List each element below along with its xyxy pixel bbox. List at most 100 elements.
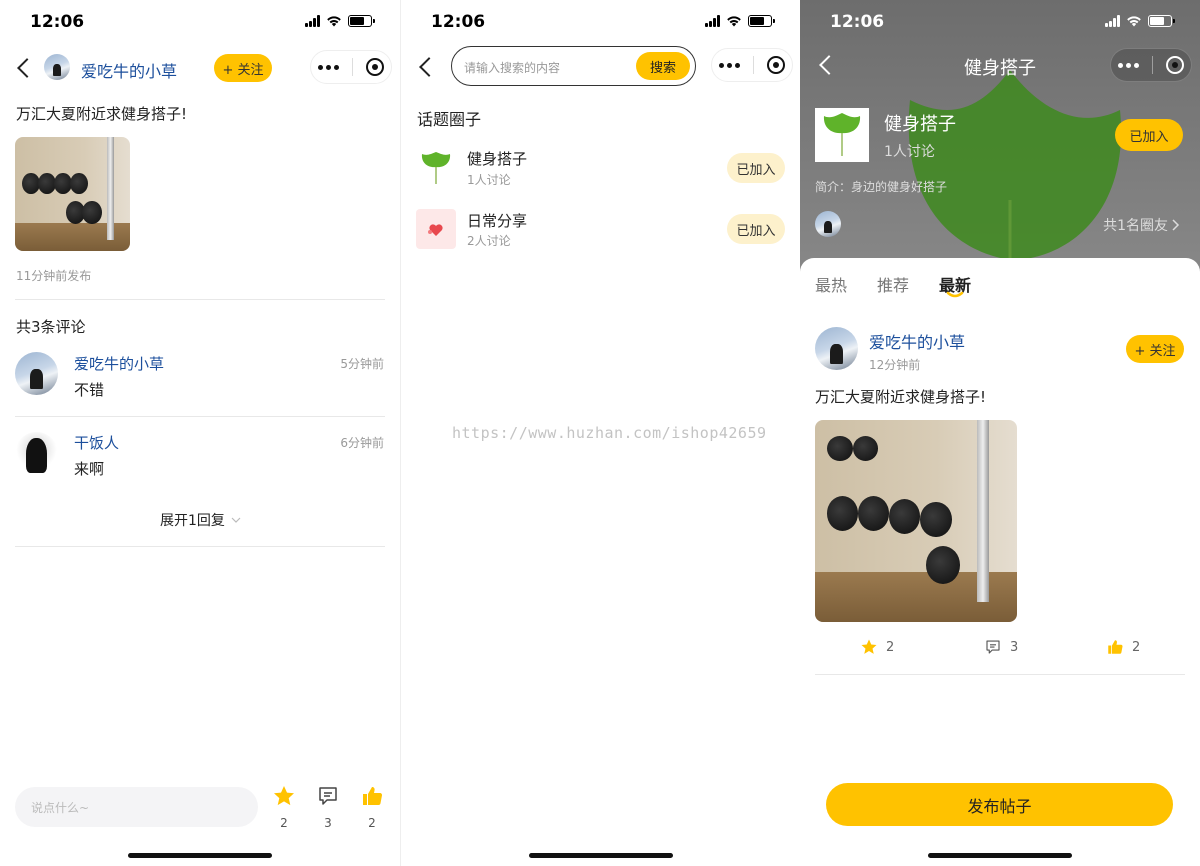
star-icon: [861, 639, 877, 654]
ginkgo-leaf-icon: [416, 148, 456, 188]
signal-icon: [305, 15, 320, 27]
mini-program-capsule: [1110, 48, 1192, 82]
chevron-right-icon: [1172, 219, 1180, 231]
members-label: 共1名圈友: [1103, 218, 1168, 234]
comment-time: 6分钟前: [340, 436, 384, 450]
post-photo[interactable]: [815, 420, 1017, 622]
joined-button[interactable]: 已加入: [727, 214, 785, 244]
wifi-icon: [327, 16, 341, 27]
comment-avatar[interactable]: [15, 352, 58, 395]
section-title: 话题圈子: [417, 110, 482, 129]
post-detail-screen: 12:06 爱吃牛的小草 + 关注 万汇大夏附近求健身搭子! 11分钟前发布 共…: [0, 0, 400, 866]
member-avatar[interactable]: [815, 211, 841, 237]
divider: [15, 546, 385, 547]
mini-program-capsule: [310, 50, 392, 84]
search-bar: 请输入搜索的内容 搜索: [451, 46, 696, 86]
author-avatar[interactable]: [44, 54, 70, 80]
expand-replies-button[interactable]: 展开1回复: [160, 510, 241, 530]
circle-intro: 简介：身边的健身好搭子: [815, 180, 948, 194]
comment-author[interactable]: 爱吃牛的小草: [74, 353, 164, 374]
heart-icon: [416, 209, 456, 249]
status-time: 12:06: [830, 12, 885, 32]
post-text: 万汇大夏附近求健身搭子!: [16, 105, 188, 123]
publish-post-button[interactable]: 发布帖子: [826, 783, 1173, 826]
thumbs-up-icon: [1108, 640, 1123, 654]
status-icons: [1105, 15, 1175, 27]
comment-action[interactable]: 3: [984, 638, 1018, 656]
watermark-text: https://www.huzhan.com/ishop42659: [452, 424, 767, 442]
status-bar: 12:06: [0, 0, 400, 44]
mini-program-capsule: [711, 48, 793, 82]
author-name[interactable]: 爱吃牛的小草: [81, 58, 177, 82]
divider: [15, 299, 385, 300]
battery-icon: [1148, 15, 1175, 27]
tab-recommend[interactable]: 推荐: [877, 272, 909, 296]
members-link[interactable]: 共1名圈友: [1103, 215, 1180, 235]
divider: [15, 416, 385, 417]
status-icons: [305, 15, 375, 27]
circle-count: 1人讨论: [467, 173, 511, 187]
follow-button[interactable]: + 关注: [214, 54, 272, 82]
more-icon[interactable]: [1117, 62, 1139, 68]
circle-name: 健身搭子: [884, 114, 956, 135]
comment-input-placeholder: 说点什么~: [31, 801, 90, 815]
joined-button[interactable]: 已加入: [727, 153, 785, 183]
status-bar: 12:06: [401, 0, 800, 44]
back-arrow-icon[interactable]: [419, 57, 439, 77]
circle-name[interactable]: 日常分享: [467, 210, 527, 231]
circle-cover: [815, 108, 869, 162]
comment-time: 5分钟前: [340, 357, 384, 371]
status-bar: 12:06: [800, 0, 1200, 44]
battery-icon: [348, 15, 375, 27]
comment-avatar[interactable]: [15, 432, 58, 475]
ginkgo-leaf-icon: [823, 113, 861, 156]
like-action[interactable]: 2: [1106, 638, 1140, 656]
battery-icon: [748, 15, 775, 27]
comment-author[interactable]: 干饭人: [74, 432, 119, 453]
close-target-icon[interactable]: [1166, 56, 1185, 74]
status-time: 12:06: [431, 12, 486, 32]
circle-name[interactable]: 健身搭子: [467, 148, 527, 169]
status-icons: [705, 15, 775, 27]
signal-icon: [1105, 15, 1120, 27]
signal-icon: [705, 15, 720, 27]
joined-button[interactable]: 已加入: [1115, 119, 1183, 151]
star-action[interactable]: 2: [272, 784, 296, 830]
post-author-name[interactable]: 爱吃牛的小草: [869, 329, 965, 353]
search-input[interactable]: 请输入搜索的内容: [464, 59, 560, 76]
comment-input[interactable]: 说点什么~: [15, 787, 258, 827]
comment-icon: [319, 787, 337, 805]
comments-header: 共3条评论: [16, 318, 86, 336]
wifi-icon: [727, 16, 741, 27]
comment-count: 3: [324, 816, 332, 830]
expand-replies-label: 展开1回复: [160, 513, 225, 529]
comment-count: 3: [1010, 639, 1019, 655]
tab-hot[interactable]: 最热: [815, 272, 847, 296]
star-count: 2: [280, 816, 288, 830]
comment-action[interactable]: 3: [316, 784, 340, 830]
search-button[interactable]: 搜索: [636, 52, 690, 80]
chevron-down-icon: [231, 517, 241, 523]
wifi-icon: [1127, 16, 1141, 27]
like-count: 2: [368, 816, 376, 830]
star-count: 2: [886, 639, 895, 655]
more-icon[interactable]: [718, 62, 740, 68]
circle-detail-screen: 12:06 健身搭子 健身搭子 1人讨论 已加入 简介：身边的健身好搭子 共1名…: [800, 0, 1200, 866]
follow-button[interactable]: + 关注: [1126, 335, 1184, 363]
post-photo[interactable]: [15, 137, 130, 251]
status-time: 12:06: [30, 12, 85, 32]
circle-count: 2人讨论: [467, 234, 511, 248]
home-indicator: [128, 853, 272, 858]
close-target-icon[interactable]: [366, 58, 385, 76]
content-sheet: 最热 推荐 最新 爱吃牛的小草 12分钟前 + 关注 万汇大夏附近求健身搭子! …: [800, 258, 1200, 866]
back-arrow-icon[interactable]: [17, 58, 37, 78]
tab-indicator: [946, 291, 964, 298]
like-action[interactable]: 2: [360, 784, 384, 830]
star-action[interactable]: 2: [860, 638, 894, 656]
close-target-icon[interactable]: [767, 56, 786, 74]
divider: [815, 674, 1185, 675]
circle-count: 1人讨论: [884, 144, 935, 160]
post-text: 万汇大夏附近求健身搭子!: [815, 388, 987, 406]
more-icon[interactable]: [317, 64, 339, 70]
post-author-avatar[interactable]: [815, 327, 858, 370]
